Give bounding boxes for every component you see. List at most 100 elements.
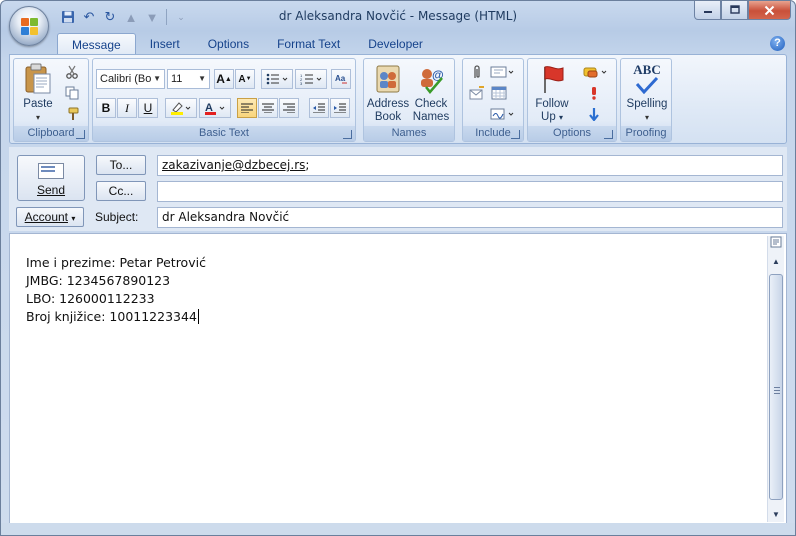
- account-button[interactable]: Account ▾: [16, 207, 84, 227]
- font-size-combo[interactable]: 11 ▼: [167, 69, 210, 89]
- tab-format-text[interactable]: Format Text: [263, 33, 354, 55]
- options-group-label: Options: [528, 126, 616, 141]
- spelling-label: Spelling: [626, 98, 668, 110]
- scroll-down-icon[interactable]: ▼: [768, 507, 784, 522]
- address-book-label-line2: Book: [374, 111, 402, 123]
- attach-file-icon[interactable]: [467, 62, 487, 82]
- check-names-label-line1: Check: [414, 98, 448, 110]
- paste-button[interactable]: Paste ▾: [20, 63, 56, 124]
- vertical-scrollbar[interactable]: ▲ ▼: [767, 236, 784, 522]
- to-separator: ;: [305, 158, 310, 172]
- address-book-label-line1: Address: [366, 98, 410, 110]
- font-name-combo[interactable]: Calibri (Bo ▼: [96, 69, 165, 89]
- options-group: Follow Up ▾ Options: [527, 58, 617, 142]
- scroll-up-icon[interactable]: ▲: [768, 254, 784, 269]
- scrollbar-thumb[interactable]: [769, 274, 783, 500]
- cut-icon[interactable]: [62, 62, 82, 82]
- align-left-icon[interactable]: [237, 98, 257, 118]
- bold-button[interactable]: B: [96, 98, 116, 118]
- check-names-button[interactable]: @ Check Names: [410, 63, 452, 124]
- follow-up-label-line1: Follow: [535, 98, 569, 110]
- cc-button[interactable]: Cc...: [96, 181, 146, 201]
- bullets-icon[interactable]: [261, 69, 293, 89]
- proofing-group: ABC Spelling ▾ Proofing: [620, 58, 672, 142]
- check-names-icon: @: [416, 63, 446, 95]
- align-center-icon[interactable]: [258, 98, 278, 118]
- address-book-button[interactable]: Address Book: [366, 63, 410, 124]
- envelope-icon: [38, 163, 64, 179]
- body-text[interactable]: Ime i prezime: Petar Petrović JMBG: 1234…: [26, 254, 206, 326]
- body-line: JMBG: 1234567890123: [26, 273, 171, 288]
- proofing-group-label: Proofing: [621, 126, 671, 141]
- attach-item-icon[interactable]: [467, 83, 487, 103]
- basic-text-dialog-launcher[interactable]: [343, 130, 352, 139]
- copy-icon[interactable]: [62, 83, 82, 103]
- highlight-icon[interactable]: [165, 98, 197, 118]
- outlook-message-window: ↶ ↻ ▲ ▼ ⌄ dr Aleksandra Novčić - Message…: [0, 0, 796, 536]
- categorize-icon[interactable]: [580, 62, 612, 82]
- svg-text:3: 3: [300, 81, 303, 85]
- body-line: LBO: 126000112233: [26, 291, 155, 306]
- italic-button[interactable]: I: [117, 98, 137, 118]
- chevron-down-icon: ▼: [153, 74, 161, 83]
- increase-indent-icon[interactable]: [330, 98, 350, 118]
- business-card-icon[interactable]: [489, 62, 517, 82]
- tab-developer[interactable]: Developer: [354, 33, 437, 55]
- tab-options[interactable]: Options: [194, 33, 263, 55]
- grow-font-icon[interactable]: A ▲: [214, 69, 234, 89]
- low-importance-icon[interactable]: [584, 104, 604, 124]
- spelling-dropdown-icon[interactable]: ▾: [623, 111, 671, 124]
- help-icon[interactable]: ?: [770, 36, 785, 51]
- send-button[interactable]: Send: [17, 155, 85, 201]
- names-group-label: Names: [364, 126, 454, 141]
- format-painter-icon[interactable]: [62, 104, 82, 124]
- underline-button[interactable]: U: [138, 98, 158, 118]
- abc-text: ABC: [633, 62, 661, 77]
- align-right-icon[interactable]: [279, 98, 299, 118]
- include-dialog-launcher[interactable]: [511, 130, 520, 139]
- decrease-indent-icon[interactable]: [309, 98, 329, 118]
- spelling-button[interactable]: ABC Spelling ▾: [623, 63, 671, 124]
- to-recipient[interactable]: zakazivanje@dzbecej.rs: [162, 158, 305, 172]
- minimize-button[interactable]: [694, 1, 721, 20]
- chevron-down-icon: ▼: [198, 74, 206, 83]
- svg-text:Aa: Aa: [335, 74, 346, 83]
- follow-up-label-line2: Up ▾: [541, 111, 563, 123]
- tab-insert[interactable]: Insert: [136, 33, 194, 55]
- clipboard-dialog-launcher[interactable]: [76, 130, 85, 139]
- to-field[interactable]: zakazivanje@dzbecej.rs;: [157, 155, 783, 176]
- office-logo-icon: [21, 18, 39, 36]
- cc-label: Cc...: [108, 184, 134, 198]
- calendar-icon[interactable]: [489, 83, 509, 103]
- clear-formatting-icon[interactable]: Aa: [331, 69, 351, 89]
- window-title: dr Aleksandra Novčić - Message (HTML): [278, 9, 518, 23]
- message-body[interactable]: Ime i prezime: Petar Petrović JMBG: 1234…: [9, 233, 787, 525]
- signature-icon[interactable]: [489, 104, 517, 124]
- office-button[interactable]: [9, 6, 49, 46]
- font-size-value: 11: [171, 73, 183, 85]
- paste-dropdown-icon[interactable]: ▾: [20, 111, 56, 124]
- follow-up-button[interactable]: Follow Up ▾: [530, 63, 574, 124]
- subject-field[interactable]: dr Aleksandra Novčić: [157, 207, 783, 228]
- body-line-with-caret: Broj knjižice: 10011223344: [26, 308, 206, 326]
- cc-field[interactable]: [157, 181, 783, 202]
- close-button[interactable]: [748, 1, 791, 20]
- shrink-font-icon[interactable]: A ▼: [235, 69, 255, 89]
- flag-icon: [537, 63, 567, 95]
- maximize-button[interactable]: [721, 1, 748, 20]
- basic-text-group-label: Basic Text: [93, 126, 355, 141]
- options-dialog-launcher[interactable]: [604, 130, 613, 139]
- paste-icon: [23, 63, 53, 95]
- window-bottom-border: [1, 523, 795, 535]
- message-header: Send To... zakazivanje@dzbecej.rs; Cc...…: [9, 147, 787, 231]
- ribbon-tabs: Message Insert Options Format Text Devel…: [57, 33, 437, 55]
- high-importance-icon[interactable]: [584, 83, 604, 103]
- numbering-icon[interactable]: 123: [295, 69, 327, 89]
- font-name-value: Calibri (Bo: [100, 73, 152, 85]
- ruler-toggle-icon[interactable]: [768, 236, 784, 251]
- to-label: To...: [109, 158, 133, 172]
- to-button[interactable]: To...: [96, 155, 146, 175]
- font-color-icon[interactable]: A: [199, 98, 231, 118]
- include-group: Include: [462, 58, 524, 142]
- tab-message[interactable]: Message: [57, 33, 136, 55]
